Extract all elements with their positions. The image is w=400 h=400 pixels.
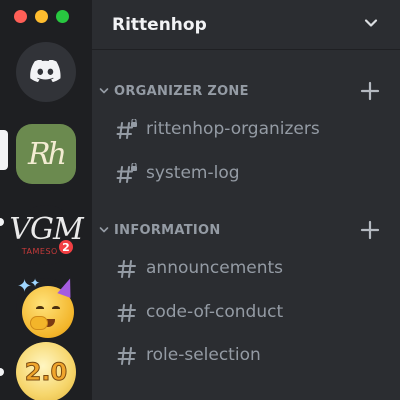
sparkle-icon: ✦	[30, 276, 41, 290]
unread-indicator	[0, 368, 4, 376]
text-channel-icon	[117, 347, 136, 365]
category-organizer-zone[interactable]: ORGANIZER ZONE	[92, 80, 400, 102]
text-channel-icon	[117, 304, 136, 322]
unread-indicator	[0, 218, 4, 226]
window-controls	[14, 10, 69, 23]
chevron-down-icon	[99, 88, 109, 94]
channel-name: code-of-conduct	[146, 302, 284, 322]
server-icon-emoji[interactable]: ✦ ✦	[16, 276, 77, 338]
home-button[interactable]	[16, 42, 76, 102]
selected-server-indicator	[0, 130, 8, 170]
server-icon-2-0[interactable]: 2.0	[16, 342, 76, 400]
channel-code-of-conduct[interactable]: code-of-conduct	[108, 294, 384, 330]
channel-name: system-log	[146, 163, 240, 183]
server-icon-rittenhop[interactable]: Rh	[16, 124, 76, 184]
server-name: Rittenhop	[112, 14, 207, 35]
category-information[interactable]: INFORMATION	[92, 219, 400, 241]
chevron-down-icon	[364, 19, 378, 27]
server-header[interactable]: Rittenhop	[92, 0, 400, 50]
channel-system-log[interactable]: system-log	[108, 155, 384, 191]
locked-text-channel-icon	[116, 119, 137, 139]
server-icon-text: 2.0	[24, 358, 68, 387]
channel-name: rittenhop-organizers	[146, 119, 320, 139]
discord-logo-icon	[30, 60, 61, 83]
channel-name: announcements	[146, 258, 284, 278]
text-channel-icon	[117, 260, 136, 278]
create-channel-plus-icon[interactable]	[360, 81, 380, 101]
close-window-button[interactable]	[14, 10, 27, 23]
channel-role-selection[interactable]: role-selection	[108, 337, 384, 373]
category-label: INFORMATION	[114, 222, 221, 238]
minimize-window-button[interactable]	[35, 10, 48, 23]
chevron-down-icon	[99, 227, 109, 233]
server-rail: Rh VGM TAMESOSO 2 ✦ ✦ 2.0	[0, 0, 92, 400]
channel-rittenhop-organizers[interactable]: rittenhop-organizers	[108, 111, 384, 147]
category-label: ORGANIZER ZONE	[114, 83, 249, 99]
server-icon-text: Rh	[28, 136, 67, 172]
locked-text-channel-icon	[116, 163, 137, 183]
mention-badge: 2	[56, 237, 76, 257]
maximize-window-button[interactable]	[56, 10, 69, 23]
channel-name: role-selection	[146, 345, 261, 365]
create-channel-plus-icon[interactable]	[360, 220, 380, 240]
channel-announcements[interactable]: announcements	[108, 250, 384, 286]
channel-sidebar: Rittenhop ORGANIZER ZONE rittenhop-organ…	[92, 0, 400, 400]
